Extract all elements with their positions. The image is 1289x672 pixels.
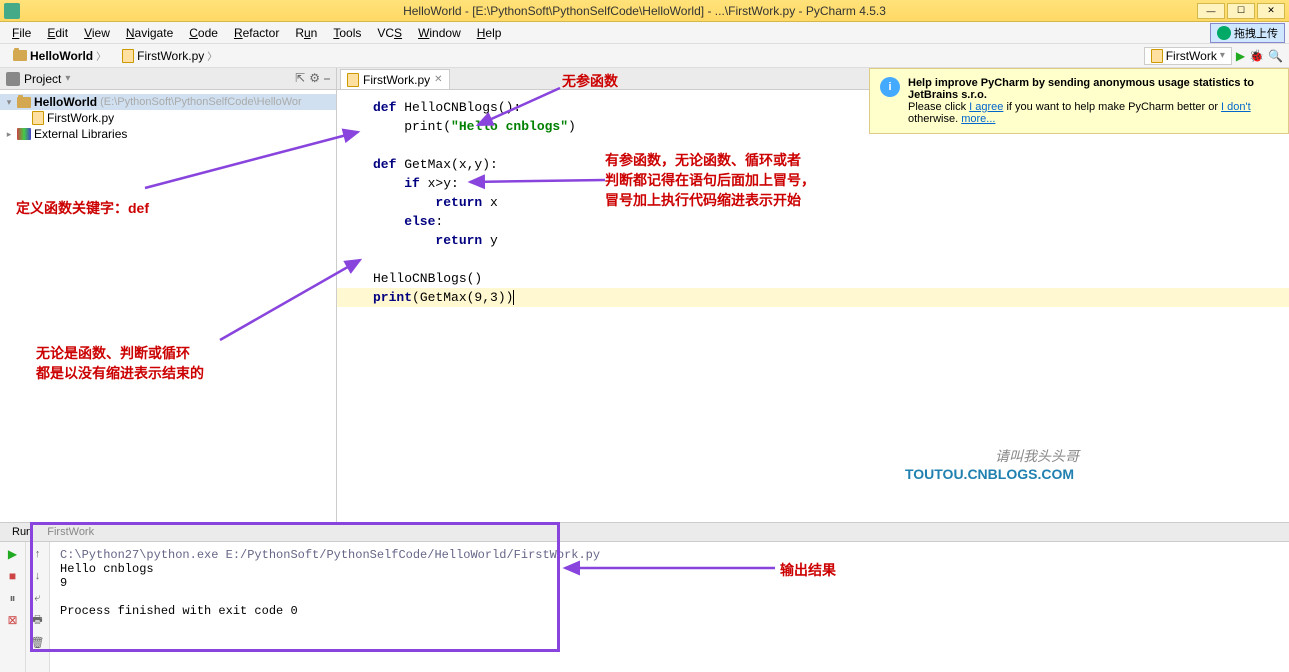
python-file-icon [1151, 49, 1163, 63]
menu-navigate[interactable]: Navigate [118, 24, 181, 42]
menu-tools[interactable]: Tools [325, 24, 369, 42]
tree-node-label: FirstWork.py [47, 111, 114, 125]
crumb-file-label: FirstWork.py [137, 49, 204, 63]
window-title: HelloWorld - [E:\PythonSoft\PythonSelfCo… [403, 4, 886, 18]
drag-upload-button[interactable]: 拖拽上传 [1210, 23, 1285, 43]
search-icon[interactable]: 🔍 [1268, 49, 1283, 63]
menu-vcs[interactable]: VCS [369, 24, 410, 42]
menu-bar: File Edit View Navigate Code Refactor Ru… [0, 22, 1289, 44]
run-panel-tabs: Run FirstWork [0, 523, 1289, 542]
menu-view[interactable]: View [76, 24, 118, 42]
drag-upload-label: 拖拽上传 [1234, 25, 1278, 41]
minimize-button[interactable]: — [1197, 3, 1225, 19]
gear-icon[interactable]: ⚙ [309, 71, 320, 86]
python-file-icon [122, 49, 134, 63]
toolbar: HelloWorld 〉 FirstWork.py 〉 FirstWork ▾ … [0, 44, 1289, 68]
window-buttons: — ☐ ✕ [1197, 3, 1285, 19]
hide-icon[interactable]: ⎯ [324, 71, 330, 86]
close-button[interactable]: ✕ [1257, 3, 1285, 19]
up-icon[interactable]: ↑ [30, 546, 46, 562]
chevron-right-icon: 〉 [207, 48, 217, 63]
watermark-text: 请叫我头头哥 [995, 446, 1079, 466]
tree-node-label: External Libraries [34, 127, 127, 141]
pause-button[interactable]: ⏸ [5, 590, 21, 606]
tree-node-path: (E:\PythonSoft\PythonSelfCode\HelloWor [100, 96, 302, 108]
tab-label: FirstWork.py [363, 73, 430, 87]
folder-icon [13, 50, 27, 61]
console-line: Process finished with exit code 0 [60, 604, 1279, 618]
close-tab-icon[interactable]: ✕ [434, 74, 442, 85]
print-icon[interactable]: 🖶 [30, 612, 46, 628]
project-sidebar: Project ▾ ⇱ ⚙ ⎯ ▾ HelloWorld (E:\PythonS… [0, 68, 337, 522]
run-toolbar-left: ▶ ■ ⏸ ⊠ [0, 542, 26, 672]
rerun-button[interactable]: ▶ [5, 546, 21, 562]
annotation-def-keyword: 定义函数关键字：def [16, 198, 149, 218]
run-panel: Run FirstWork ▶ ■ ⏸ ⊠ ↑ ↓ ⤶ 🖶 🗑 C:\Pytho… [0, 522, 1289, 672]
title-bar: HelloWorld - [E:\PythonSoft\PythonSelfCo… [0, 0, 1289, 22]
chevron-right-icon: 〉 [96, 48, 106, 63]
console-command: C:\Python27\python.exe E:/PythonSoft/Pyt… [60, 548, 1279, 562]
dont-link[interactable]: I don't [1221, 101, 1251, 113]
editor-tab[interactable]: FirstWork.py ✕ [340, 69, 450, 89]
python-file-icon [32, 111, 44, 125]
agree-link[interactable]: I agree [969, 101, 1003, 113]
menu-refactor[interactable]: Refactor [226, 24, 287, 42]
chevron-down-icon: ▾ [1220, 50, 1225, 61]
notification-title: Help improve PyCharm by sending anonymou… [908, 77, 1278, 101]
watermark-url: TOUTOU.CNBLOGS.COM [905, 466, 1074, 482]
python-file-icon [347, 73, 359, 87]
console-wrap: ▶ ■ ⏸ ⊠ ↑ ↓ ⤶ 🖶 🗑 C:\Python27\python.exe… [0, 542, 1289, 672]
breadcrumb: HelloWorld 〉 FirstWork.py 〉 [6, 46, 224, 65]
notification-body: Please click I agree if you want to help… [908, 101, 1278, 113]
console-line: 9 [60, 576, 1279, 590]
folder-icon [17, 97, 31, 108]
project-panel-title: Project [24, 72, 61, 86]
main-area: Project ▾ ⇱ ⚙ ⎯ ▾ HelloWorld (E:\PythonS… [0, 68, 1289, 522]
run-button[interactable]: ▶ [1236, 49, 1245, 63]
info-icon: i [880, 77, 900, 97]
project-icon [6, 72, 20, 86]
run-config-selector[interactable]: FirstWork ▾ [1144, 47, 1232, 65]
menu-code[interactable]: Code [181, 24, 226, 42]
stop-button[interactable]: ■ [5, 568, 21, 584]
crumb-project-label: HelloWorld [30, 49, 93, 63]
close-run-button[interactable]: ⊠ [5, 612, 21, 628]
editor-area: FirstWork.py ✕ def HelloCNBlogs(): print… [337, 68, 1289, 522]
project-panel-header[interactable]: Project ▾ ⇱ ⚙ ⎯ [0, 68, 336, 90]
menu-edit[interactable]: Edit [39, 24, 76, 42]
upload-icon [1217, 26, 1231, 40]
down-icon[interactable]: ↓ [30, 568, 46, 584]
annotation-indent-end: 无论是函数、判断或循环 都是以没有缩进表示结束的 [36, 343, 204, 383]
menu-window[interactable]: Window [410, 24, 469, 42]
app-icon [4, 3, 20, 19]
wrap-icon[interactable]: ⤶ [30, 590, 46, 606]
menu-help[interactable]: Help [469, 24, 510, 42]
debug-button[interactable]: 🐞 [1249, 49, 1264, 63]
tree-external-libs[interactable]: ▸ External Libraries [0, 126, 336, 142]
run-tab[interactable]: Run [6, 525, 38, 539]
crumb-project[interactable]: HelloWorld 〉 [6, 46, 113, 65]
more-link[interactable]: more... [961, 113, 995, 125]
menu-run[interactable]: Run [287, 24, 325, 42]
console-line: Hello cnblogs [60, 562, 1279, 576]
maximize-button[interactable]: ☐ [1227, 3, 1255, 19]
libraries-icon [17, 128, 31, 140]
crumb-file[interactable]: FirstWork.py 〉 [115, 46, 224, 65]
console-output[interactable]: C:\Python27\python.exe E:/PythonSoft/Pyt… [50, 542, 1289, 672]
notification-panel: i Help improve PyCharm by sending anonym… [869, 68, 1289, 134]
run-config-label: FirstWork [1166, 49, 1217, 63]
trash-icon[interactable]: 🗑 [30, 634, 46, 650]
run-config-tab[interactable]: FirstWork [41, 525, 100, 539]
tree-node-label: HelloWorld [34, 95, 97, 109]
run-toolbar-right: ↑ ↓ ⤶ 🖶 🗑 [26, 542, 50, 672]
project-tree: ▾ HelloWorld (E:\PythonSoft\PythonSelfCo… [0, 90, 336, 146]
collapse-icon[interactable]: ⇱ [295, 71, 305, 86]
tree-file[interactable]: FirstWork.py [0, 110, 336, 126]
panel-controls: ⇱ ⚙ ⎯ [295, 71, 330, 86]
menu-file[interactable]: File [4, 24, 39, 42]
tree-project-root[interactable]: ▾ HelloWorld (E:\PythonSoft\PythonSelfCo… [0, 94, 336, 110]
toolbar-right: FirstWork ▾ ▶ 🐞 🔍 [1144, 47, 1283, 65]
